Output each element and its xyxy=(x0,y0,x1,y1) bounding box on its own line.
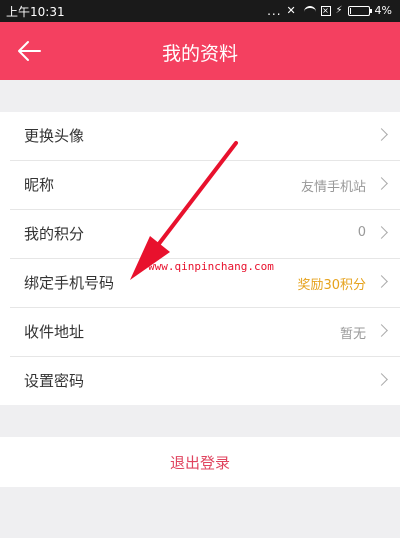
chevron-right-icon xyxy=(375,128,388,141)
logout-button[interactable]: 退出登录 xyxy=(0,437,400,487)
profile-list: 更换头像 昵称 友情手机站 我的积分 0 绑定手机号码 奖励30积分 收件地址 … xyxy=(0,112,400,405)
row-label: 昵称 xyxy=(24,176,55,194)
chevron-right-icon xyxy=(375,275,388,288)
signal-dots-icon: ... xyxy=(267,3,282,18)
row-nickname[interactable]: 昵称 友情手机站 xyxy=(10,161,400,210)
row-label: 更换头像 xyxy=(24,127,85,145)
sim-icon: × xyxy=(320,5,331,16)
chevron-right-icon xyxy=(375,177,388,190)
row-set-password[interactable]: 设置密码 xyxy=(10,357,400,405)
battery-icon xyxy=(347,5,372,16)
row-address[interactable]: 收件地址 暂无 xyxy=(10,308,400,357)
chevron-right-icon xyxy=(375,373,388,386)
mute-icon: ✕ xyxy=(286,4,296,17)
row-value: 友情手机站 xyxy=(300,180,366,195)
status-bar: 上午10:31 ... ✕ × ⚡ 4% xyxy=(0,0,400,22)
header-bar: 我的资料 xyxy=(0,22,400,80)
row-value: 暂无 xyxy=(339,327,366,342)
status-time: 上午10:31 xyxy=(6,5,65,19)
page-title: 我的资料 xyxy=(161,43,238,65)
reward-badge: 奖励30积分 xyxy=(297,278,366,293)
row-points[interactable]: 我的积分 0 xyxy=(10,210,400,259)
row-change-avatar[interactable]: 更换头像 xyxy=(10,112,400,161)
status-icons: ... ✕ × ⚡ 4% xyxy=(267,4,392,17)
row-label: 我的积分 xyxy=(24,225,85,243)
row-label: 绑定手机号码 xyxy=(24,274,115,292)
wifi-icon xyxy=(303,6,316,15)
chevron-right-icon xyxy=(375,226,388,239)
battery-fill xyxy=(349,7,351,14)
battery-percent: 4% xyxy=(374,4,392,17)
row-label: 收件地址 xyxy=(24,323,85,341)
row-label: 设置密码 xyxy=(24,372,85,390)
charging-icon: ⚡ xyxy=(335,4,343,16)
logout-label: 退出登录 xyxy=(169,454,230,472)
watermark-text: www.qinpinchang.com xyxy=(148,260,274,273)
chevron-right-icon xyxy=(375,324,388,337)
row-value: 0 xyxy=(357,225,366,240)
